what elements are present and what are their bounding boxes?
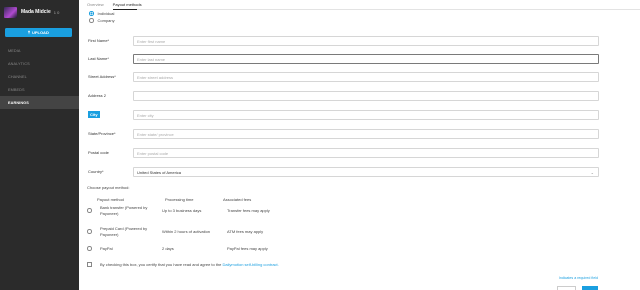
channel-count: 1 0 [53, 9, 60, 15]
channel-name: Mada Midcie [21, 9, 51, 15]
payout-method-bank: Bank transfer (Powered by Payoneer) [100, 205, 147, 216]
radio-individual-label: Individual [97, 11, 115, 16]
sidebar-item-earnings[interactable]: EARNINGS [0, 96, 79, 109]
payout-fees-bank: Transfer fees may apply [227, 208, 270, 213]
payout-radio-bank[interactable] [87, 208, 92, 213]
associated-fees-header: Associated fees [223, 197, 252, 202]
payout-method-prepaid: Prepaid Card (Powered by Payoneer) [100, 226, 147, 237]
payout-time-bank: Up to 3 business days [162, 208, 202, 213]
radio-company-label: Company [97, 18, 115, 23]
first-name-input[interactable]: Enter first name [133, 36, 599, 46]
chevron-down-icon: ⌄ [590, 169, 594, 175]
channel-profile[interactable]: Mada Midcie 1 0 [4, 6, 59, 18]
payout-method-prepaid-line2: Payoneer) [100, 231, 119, 237]
last-name-input[interactable]: Enter last name [133, 54, 599, 64]
payout-fees-prepaid: ATM fees may apply [227, 229, 264, 234]
sidebar: Mada Midcie 1 0 ⤒ UPLOAD MEDIA ANALYTICS… [0, 0, 79, 290]
sidebar-item-media[interactable]: MEDIA [0, 44, 79, 57]
payout-method-bank-line1: Bank transfer (Powered by [100, 205, 148, 210]
state-label: State/Province* [88, 131, 116, 136]
payout-fees-paypal: PayPal fees may apply [227, 246, 268, 251]
sidebar-item-analytics[interactable]: ANALYTICS [0, 57, 79, 70]
state-input[interactable]: Enter state/ province [133, 129, 599, 139]
required-field-note: Indicates a required field [558, 276, 598, 280]
processing-time-header: Processing time [165, 197, 194, 202]
first-name-label: First Name* [88, 38, 110, 43]
payout-method-header: Payout method [97, 197, 124, 202]
upload-label: UPLOAD [31, 30, 49, 35]
radio-company[interactable] [89, 18, 94, 23]
sidebar-item-channel[interactable]: CHANNEL [0, 70, 79, 83]
payout-method-paypal: PayPal [100, 246, 113, 251]
address2-label: Address 2 [88, 93, 107, 98]
country-label: Country* [88, 169, 104, 174]
terms-checkbox[interactable] [87, 262, 92, 267]
avatar [4, 6, 17, 18]
terms-text: By checking this box, you certify that y… [100, 262, 279, 267]
upload-icon: ⤒ [28, 30, 30, 35]
city-label: City [88, 111, 100, 118]
main-content: Overview Payout methods Individual Compa… [79, 0, 640, 290]
save-button[interactable] [582, 286, 598, 290]
account-type-individual[interactable]: Individual [89, 11, 114, 16]
sidebar-nav: MEDIA ANALYTICS CHANNEL EMBEDS EARNINGS [0, 44, 79, 109]
country-select[interactable]: United States of America ⌄ [133, 167, 599, 177]
payout-method-bank-line2: Payoneer) [100, 210, 119, 216]
postal-code-label: Postal code [88, 150, 109, 155]
payout-section-title: Choose payout method: [87, 185, 130, 190]
street-address-input[interactable]: Enter street address [133, 72, 599, 82]
tab-overview[interactable]: Overview [87, 2, 104, 10]
country-value: United States of America [137, 169, 182, 175]
payout-radio-paypal[interactable] [87, 246, 92, 251]
radio-individual[interactable] [89, 11, 94, 16]
tab-divider [137, 9, 640, 10]
address2-input[interactable] [133, 91, 599, 101]
upload-button[interactable]: ⤒ UPLOAD [5, 28, 72, 37]
account-type-company[interactable]: Company [89, 18, 115, 23]
postal-code-input[interactable]: Enter postal code [133, 148, 599, 158]
payout-time-prepaid: Within 2 hours of activation [162, 229, 211, 234]
self-billing-contract-link[interactable]: Dailymotion self-billing contract. [223, 262, 279, 267]
city-input[interactable]: Enter city [133, 110, 599, 120]
back-button[interactable] [557, 286, 576, 290]
payout-method-prepaid-line1: Prepaid Card (Powered by [100, 226, 148, 231]
last-name-label: Last Name* [88, 56, 109, 61]
street-address-label: Street Address* [88, 74, 116, 79]
payout-radio-prepaid[interactable] [87, 229, 92, 234]
terms-statement: By checking this box, you certify that y… [100, 262, 222, 267]
payout-time-paypal: 2 days [162, 246, 174, 251]
sidebar-item-embeds[interactable]: EMBEDS [0, 83, 79, 96]
